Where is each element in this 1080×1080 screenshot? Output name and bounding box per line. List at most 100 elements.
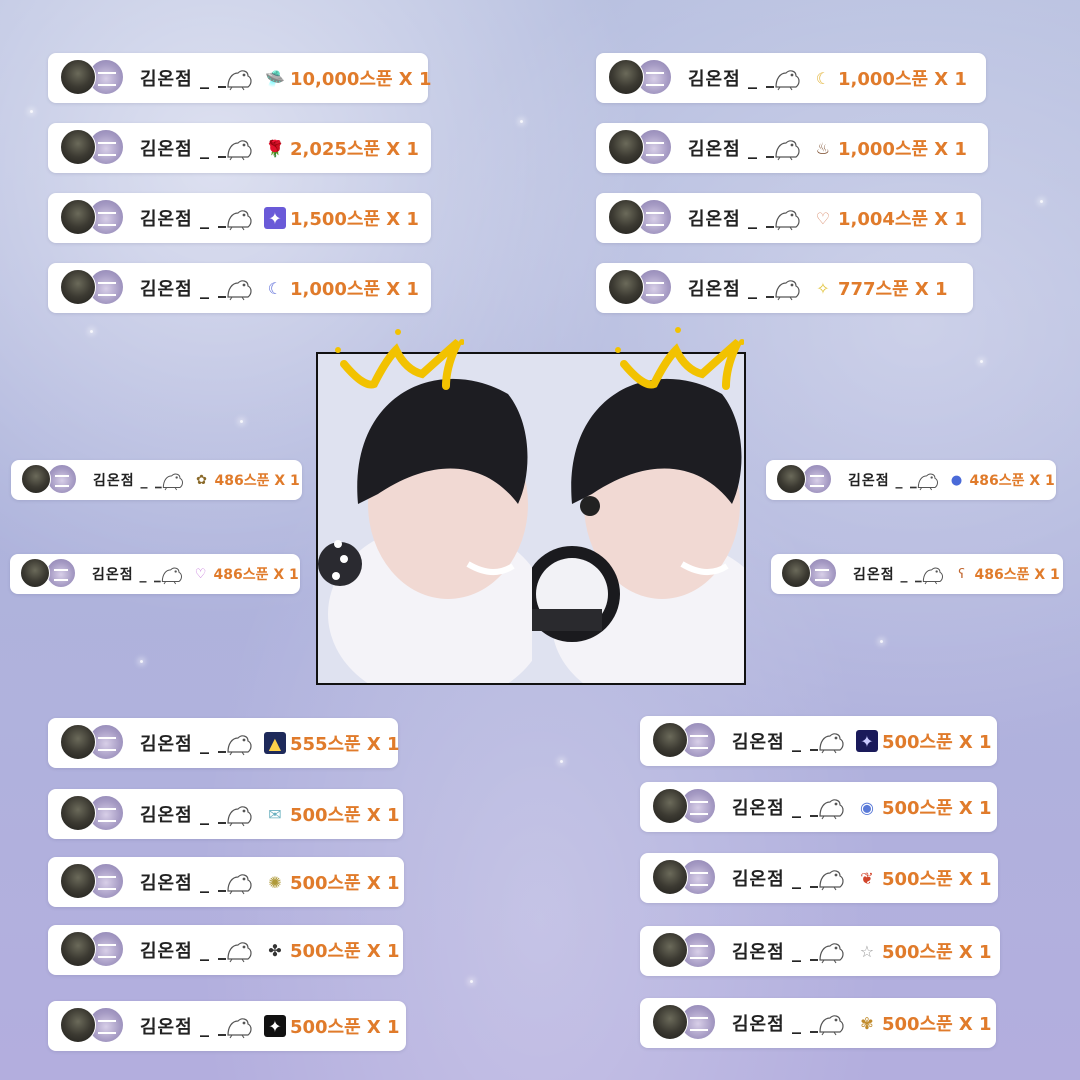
donation-card: 김온점 _ ✦ 1,500스푼 X 1 <box>48 193 431 243</box>
roses-icon: 🌹 <box>264 138 285 158</box>
frog-sticker-icon <box>809 799 844 820</box>
avatar <box>21 464 51 494</box>
crescent-moon-icon: ☾ <box>267 278 283 298</box>
avatar-group <box>608 269 678 307</box>
avatar-group <box>60 59 130 97</box>
donation-card: 김온점 _ ✦ 500스푼 X 1 <box>48 1001 406 1051</box>
avatar <box>608 59 644 95</box>
frog-sticker-icon <box>765 140 800 161</box>
avatar-group <box>608 59 678 97</box>
avatar <box>60 59 96 95</box>
avatar-group <box>652 788 722 826</box>
moon-icon: ☾ <box>815 68 831 88</box>
avatar <box>46 558 76 588</box>
avatar-group <box>60 724 130 762</box>
avatar-group <box>21 464 85 496</box>
spoon-amount: 1,500스푼 X 1 <box>289 209 419 230</box>
user-name: 김온점 _ <box>732 942 802 963</box>
donation-card: 김온점 _ ☆ 500스푼 X 1 <box>640 926 1000 976</box>
user-name: 김온점 _ <box>853 567 909 583</box>
spoon-amount: 486스푼 X 1 <box>213 567 299 583</box>
frog-sticker-icon <box>909 473 938 491</box>
frog-sticker-icon <box>809 870 844 891</box>
frog-sticker-icon <box>217 210 252 231</box>
donation-card: 김온점 _ ʕ 486스푼 X 1 <box>771 554 1063 594</box>
temple-icon: ▲ <box>263 732 286 754</box>
spoon-amount: 486스푼 X 1 <box>214 473 300 489</box>
avatar <box>652 788 688 824</box>
avatar-group <box>776 464 840 496</box>
user-name: 김온점 _ <box>92 567 148 583</box>
spoon-amount: 500스푼 X 1 <box>881 1014 992 1035</box>
user-name: 김온점 _ <box>688 279 758 300</box>
avatar <box>60 724 96 760</box>
user-name: 김온점 _ <box>140 873 210 894</box>
wings-icon: ♡ <box>815 208 831 228</box>
user-name: 김온점 _ <box>732 869 802 890</box>
donation-card: 김온점 _ ♨ 1,000스푼 X 1 <box>596 123 988 173</box>
avatar <box>652 1004 688 1040</box>
user-name: 김온점 _ <box>140 279 210 300</box>
ufo-icon: 🛸 <box>264 68 285 88</box>
frog-sticker-icon <box>153 567 182 585</box>
frog-sticker-icon <box>217 942 252 963</box>
avatar <box>20 558 50 588</box>
avatar-group <box>652 859 722 897</box>
avatar <box>608 269 644 305</box>
avatar-group <box>652 932 722 970</box>
spoon-amount: 1,000스푼 X 1 <box>837 139 967 160</box>
donation-card: 김온점 _ ✦ 500스푼 X 1 <box>640 716 997 766</box>
frog-sticker-icon <box>217 735 252 756</box>
donation-card: 김온점 _ ♡ 1,004스푼 X 1 <box>596 193 981 243</box>
user-name: 김온점 _ <box>93 473 149 489</box>
avatar <box>608 199 644 235</box>
photo-left <box>318 354 532 683</box>
night-sky-icon: ✦ <box>855 730 878 752</box>
user-name: 김온점 _ <box>688 139 758 160</box>
user-name: 김온점 _ <box>848 473 904 489</box>
avatar <box>802 464 832 494</box>
donation-card: 김온점 _ ✧ 777스푼 X 1 <box>596 263 973 313</box>
bear-icon: ʕ <box>958 566 965 582</box>
donation-card: 김온점 _ ● 486스푼 X 1 <box>766 460 1056 500</box>
avatar <box>652 859 688 895</box>
star-dark-icon: ✦ <box>263 1015 286 1037</box>
avatar <box>652 722 688 758</box>
spoon-amount: 500스푼 X 1 <box>289 805 400 826</box>
frog-sticker-icon <box>765 280 800 301</box>
user-name: 김온점 _ <box>140 209 210 230</box>
avatar-group <box>60 795 130 833</box>
donation-card: 김온점 _ ✤ 500스푼 X 1 <box>48 925 403 975</box>
user-name: 김온점 _ <box>732 1014 802 1035</box>
avatar <box>47 464 77 494</box>
avatar-group <box>652 722 722 760</box>
streamer-photo <box>316 352 746 685</box>
spoon-amount: 500스푼 X 1 <box>289 873 400 894</box>
avatar-group <box>781 558 845 590</box>
donation-card: 김온점 _ ◉ 500스푼 X 1 <box>640 782 997 832</box>
frog-sticker-icon <box>217 70 252 91</box>
spoon-amount: 500스푼 X 1 <box>881 798 992 819</box>
frog-sticker-icon <box>217 1018 252 1039</box>
avatar <box>60 931 96 967</box>
crown-icon <box>615 327 744 390</box>
envelope-icon: ✉ <box>268 804 282 824</box>
frog-sticker-icon <box>765 210 800 231</box>
avatar <box>60 863 96 899</box>
spoon-amount: 1,004스푼 X 1 <box>837 209 967 230</box>
spoon-amount: 2,025스푼 X 1 <box>289 139 419 160</box>
crystal-icon: ◉ <box>859 797 874 817</box>
avatar-group <box>20 558 84 590</box>
spoon-amount: 500스푼 X 1 <box>289 1017 400 1038</box>
avatar <box>60 1007 96 1043</box>
user-name: 김온점 _ <box>140 139 210 160</box>
avatar-group <box>60 199 130 237</box>
avatar <box>652 932 688 968</box>
user-name: 김온점 _ <box>688 69 758 90</box>
heart-icon: ♡ <box>194 566 207 582</box>
potion-icon: ● <box>950 472 963 488</box>
lucky-icon: ✧ <box>816 278 830 298</box>
frog-sticker-icon <box>217 806 252 827</box>
avatar <box>60 129 96 165</box>
avatar <box>781 558 811 588</box>
